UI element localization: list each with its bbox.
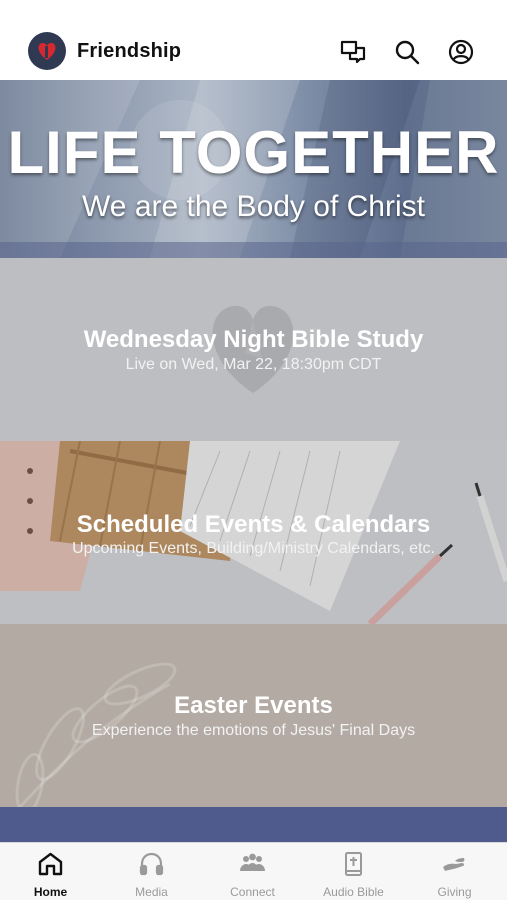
tab-label: Home [33,885,68,899]
bottom-tab-bar: Home Media Connect Audio Bible Giving [0,842,507,900]
tab-giving[interactable]: Giving [404,843,505,900]
home-icon [36,851,65,877]
card-bible-study[interactable]: Wednesday Night Bible Study Live on Wed,… [0,258,507,441]
card-title: Wednesday Night Bible Study [83,326,424,353]
app-title: Friendship [77,40,182,62]
tab-label: Audio Bible [323,885,384,899]
tab-connect[interactable]: Connect [202,843,303,900]
card-subtitle: Experience the emotions of Jesus' Final … [91,722,416,739]
heart-logo-icon [38,43,56,60]
giving-hand-icon [440,851,469,877]
hero-banner[interactable]: LIFE TOGETHER We are the Body of Christ [0,80,507,258]
tab-media[interactable]: Media [101,843,202,900]
card-title: Easter Events [174,692,333,719]
tab-home[interactable]: Home [0,843,101,900]
hero-title: LIFE TOGETHER [7,119,500,186]
church-logo[interactable] [28,32,66,70]
search-icon[interactable] [393,38,421,66]
headphones-icon [137,851,166,877]
hero-subtitle: We are the Body of Christ [82,190,425,223]
tab-label: Media [135,885,168,899]
next-card-peek[interactable] [0,807,507,842]
card-subtitle: Upcoming Events, Building/Ministry Calen… [72,540,435,557]
hero-bottom-band [0,242,507,258]
bible-icon [339,851,368,877]
tab-label: Giving [437,885,472,899]
card-easter-events[interactable]: Easter Events Experience the emotions of… [0,624,507,807]
card-title: Scheduled Events & Calendars [76,511,431,538]
tab-label: Connect [230,885,275,899]
card-scheduled-events[interactable]: Scheduled Events & Calendars Upcoming Ev… [0,441,507,624]
chat-icon[interactable] [339,38,367,66]
tab-audio-bible[interactable]: Audio Bible [303,843,404,900]
app-header: Friendship [0,0,507,80]
people-icon [238,851,267,877]
card-subtitle: Live on Wed, Mar 22, 18:30pm CDT [125,356,382,373]
account-icon[interactable] [447,38,475,66]
